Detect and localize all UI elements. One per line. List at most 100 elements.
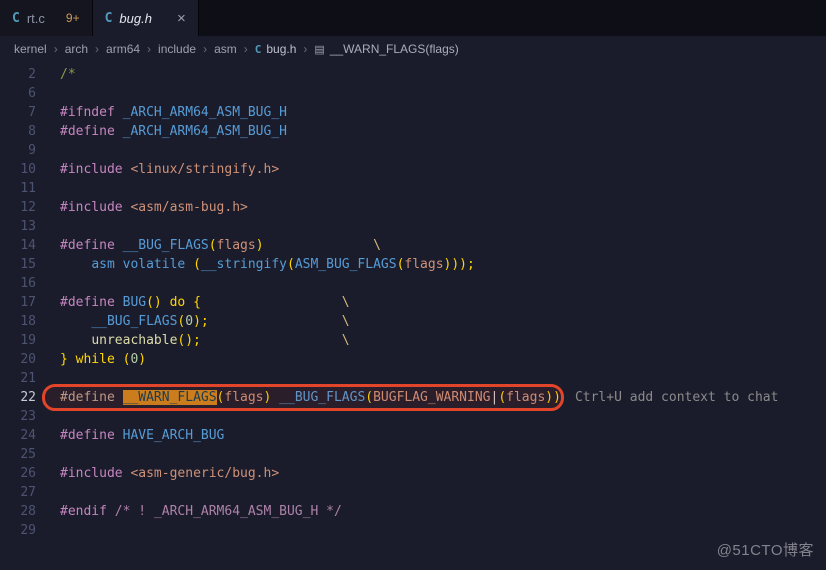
code-line[interactable]: 24 #define HAVE_ARCH_BUG xyxy=(0,426,826,445)
code-line[interactable]: 17 #define BUG() do { \ xyxy=(0,293,826,312)
breadcrumb-symbol-label: __WARN_FLAGS(flags) xyxy=(329,42,459,56)
code-line[interactable]: 7 #ifndef _ARCH_ARM64_ASM_BUG_H xyxy=(0,103,826,122)
code-line[interactable]: 18 __BUG_FLAGS(0); \ xyxy=(0,312,826,331)
add-context-hint[interactable]: Ctrl+U add context to chat xyxy=(561,390,779,405)
code-line[interactable]: 28 #endif /* ! _ARCH_ARM64_ASM_BUG_H */ xyxy=(0,502,826,521)
breadcrumb-item-include[interactable]: include xyxy=(158,42,196,56)
code-line[interactable]: 19 unreachable(); \ xyxy=(0,331,826,350)
tab-badge: 9+ xyxy=(65,11,80,25)
code-line[interactable]: 14 #define __BUG_FLAGS(flags) \ xyxy=(0,236,826,255)
code-text: /* xyxy=(60,67,76,82)
line-number[interactable]: 13 xyxy=(0,217,36,236)
line-number[interactable]: 24 xyxy=(0,426,36,445)
line-number[interactable]: 11 xyxy=(0,179,36,198)
code-text: #define __BUG_FLAGS(flags) \ xyxy=(60,238,381,253)
tab-bar: C rt.c 9+ C bug.h × xyxy=(0,0,826,36)
code-line[interactable]: 2 /* xyxy=(0,65,826,84)
breadcrumb: kernel › arch › arm64 › include › asm › … xyxy=(0,36,826,62)
code-line[interactable]: 15 asm volatile (__stringify(ASM_BUG_FLA… xyxy=(0,255,826,274)
line-number[interactable]: 22 xyxy=(0,388,36,407)
line-number[interactable]: 6 xyxy=(0,84,36,103)
line-number[interactable]: 17 xyxy=(0,293,36,312)
code-line[interactable]: 27 xyxy=(0,483,826,502)
code-line[interactable]: 20 } while (0) xyxy=(0,350,826,369)
breadcrumb-separator: › xyxy=(303,42,308,56)
line-number[interactable]: 19 xyxy=(0,331,36,350)
tab-label: bug.h xyxy=(119,10,152,26)
c-file-icon: C xyxy=(12,10,20,26)
breadcrumb-separator: › xyxy=(147,42,152,56)
watermark: @51CTO博客 xyxy=(716,542,814,559)
code-line[interactable]: 22 #define __WARN_FLAGS(flags) __BUG_FLAG… xyxy=(0,384,826,411)
tab-label: rt.c xyxy=(26,10,45,26)
tab-rt-c[interactable]: C rt.c 9+ xyxy=(0,0,93,36)
line-number[interactable]: 25 xyxy=(0,445,36,464)
breadcrumb-item-arch[interactable]: arch xyxy=(65,42,88,56)
line-number[interactable]: 26 xyxy=(0,464,36,483)
line-number[interactable]: 16 xyxy=(0,274,36,293)
line-number[interactable]: 15 xyxy=(0,255,36,274)
code-line[interactable]: 13 xyxy=(0,217,826,236)
code-text: #define _ARCH_ARM64_ASM_BUG_H xyxy=(60,124,287,139)
code-text: #define __WARN_FLAGS(flags) __BUG_FLAGS(… xyxy=(60,390,779,405)
code-text: asm volatile (__stringify(ASM_BUG_FLAGS(… xyxy=(91,257,475,272)
code-text: } while (0) xyxy=(60,352,147,367)
breadcrumb-separator: › xyxy=(203,42,208,56)
line-number[interactable]: 8 xyxy=(0,122,36,141)
line-number[interactable]: 21 xyxy=(0,369,36,388)
code-line[interactable]: 9 xyxy=(0,141,826,160)
code-line[interactable]: 6 xyxy=(0,84,826,103)
code-line[interactable]: 23 xyxy=(0,407,826,426)
code-lines: 2 /* 6 7 #ifndef _ARCH_ARM64_ASM_BUG_H 8 #defi… xyxy=(0,65,826,540)
line-number[interactable]: 20 xyxy=(0,350,36,369)
tab-bar-empty-space xyxy=(198,0,826,36)
line-number[interactable]: 12 xyxy=(0,198,36,217)
breadcrumb-item-symbol[interactable]: ▤ __WARN_FLAGS(flags) xyxy=(314,42,458,56)
line-number[interactable]: 29 xyxy=(0,521,36,540)
breadcrumb-item-arm64[interactable]: arm64 xyxy=(106,42,140,56)
breadcrumb-separator: › xyxy=(95,42,100,56)
code-line[interactable]: 26 #include <asm-generic/bug.h> xyxy=(0,464,826,483)
line-number[interactable]: 23 xyxy=(0,407,36,426)
code-text: #include <asm-generic/bug.h> xyxy=(60,466,280,481)
line-number[interactable]: 2 xyxy=(0,65,36,84)
code-line[interactable]: 10 #include <linux/stringify.h> xyxy=(0,160,826,179)
breadcrumb-file-label: bug.h xyxy=(266,42,297,56)
code-text: #include <asm/asm-bug.h> xyxy=(60,200,248,215)
code-line[interactable]: 11 xyxy=(0,179,826,198)
breadcrumb-item-file[interactable]: C bug.h xyxy=(255,42,297,56)
line-number[interactable]: 14 xyxy=(0,236,36,255)
code-line[interactable]: 16 xyxy=(0,274,826,293)
code-line[interactable]: 29 xyxy=(0,521,826,540)
line-number[interactable]: 9 xyxy=(0,141,36,160)
breadcrumb-item-kernel[interactable]: kernel xyxy=(14,42,47,56)
line-number[interactable]: 7 xyxy=(0,103,36,122)
symbol-icon: ▤ xyxy=(314,43,325,56)
breadcrumb-separator: › xyxy=(243,42,248,56)
line-number[interactable]: 10 xyxy=(0,160,36,179)
line-number[interactable]: 27 xyxy=(0,483,36,502)
code-line[interactable]: 8 #define _ARCH_ARM64_ASM_BUG_H xyxy=(0,122,826,141)
line-number[interactable]: 28 xyxy=(0,502,36,521)
breadcrumb-item-asm[interactable]: asm xyxy=(214,42,237,56)
code-text: #endif /* ! _ARCH_ARM64_ASM_BUG_H */ xyxy=(60,504,342,519)
line-number[interactable]: 18 xyxy=(0,312,36,331)
code-text: #ifndef _ARCH_ARM64_ASM_BUG_H xyxy=(60,105,287,120)
code-text: unreachable(); \ xyxy=(91,333,350,348)
code-editor[interactable]: 2 /* 6 7 #ifndef _ARCH_ARM64_ASM_BUG_H 8 #defi… xyxy=(0,62,826,540)
code-line[interactable]: 21 xyxy=(0,369,826,388)
code-line[interactable]: 25 xyxy=(0,445,826,464)
tab-bug-h[interactable]: C bug.h × xyxy=(92,0,199,36)
code-line[interactable]: 12 #include <asm/asm-bug.h> xyxy=(0,198,826,217)
close-tab-icon[interactable]: × xyxy=(177,11,186,26)
